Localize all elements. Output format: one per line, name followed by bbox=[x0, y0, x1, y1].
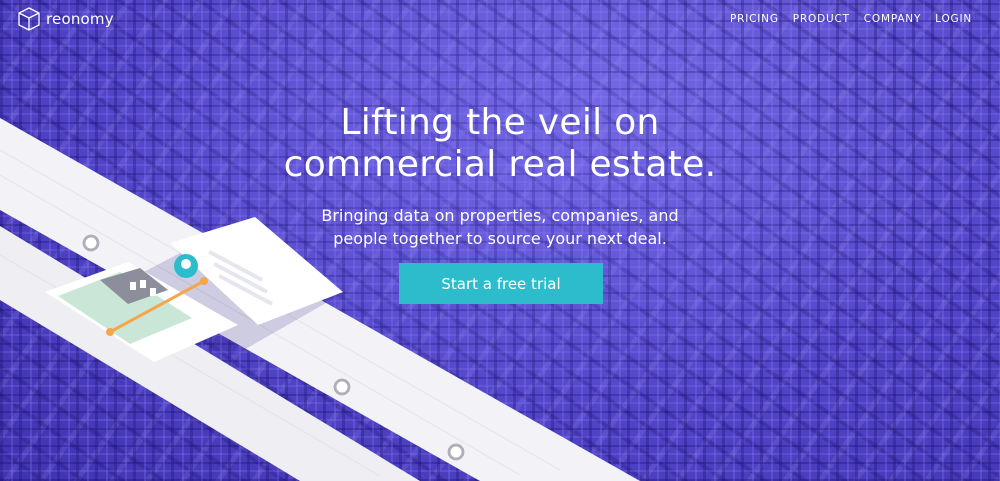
site-header: reonomy PRICING PRODUCT COMPANY LOGIN bbox=[0, 0, 1000, 40]
nav-item-product[interactable]: PRODUCT bbox=[793, 13, 850, 25]
hero-subtitle-line-1: Bringing data on properties, companies, … bbox=[321, 206, 679, 225]
nav-item-pricing[interactable]: PRICING bbox=[730, 13, 779, 25]
start-free-trial-button[interactable]: Start a free trial bbox=[399, 263, 603, 304]
hero-title-line-1: Lifting the veil on bbox=[340, 102, 660, 143]
hero-title: Lifting the veil on commercial real esta… bbox=[200, 102, 800, 186]
brand-name: reonomy bbox=[46, 10, 114, 28]
hero-subtitle: Bringing data on properties, companies, … bbox=[200, 204, 800, 250]
main-nav: PRICING PRODUCT COMPANY LOGIN bbox=[730, 13, 972, 25]
hero-section: Lifting the veil on commercial real esta… bbox=[200, 102, 800, 250]
reonomy-logo[interactable]: reonomy bbox=[16, 6, 114, 32]
hero-title-line-2: commercial real estate. bbox=[283, 144, 717, 185]
nav-item-login[interactable]: LOGIN bbox=[935, 13, 972, 25]
landing-page: reonomy PRICING PRODUCT COMPANY LOGIN Li… bbox=[0, 0, 1000, 481]
cube-logo-icon bbox=[18, 7, 40, 31]
nav-item-company[interactable]: COMPANY bbox=[864, 13, 921, 25]
hero-subtitle-line-2: people together to source your next deal… bbox=[333, 229, 667, 248]
